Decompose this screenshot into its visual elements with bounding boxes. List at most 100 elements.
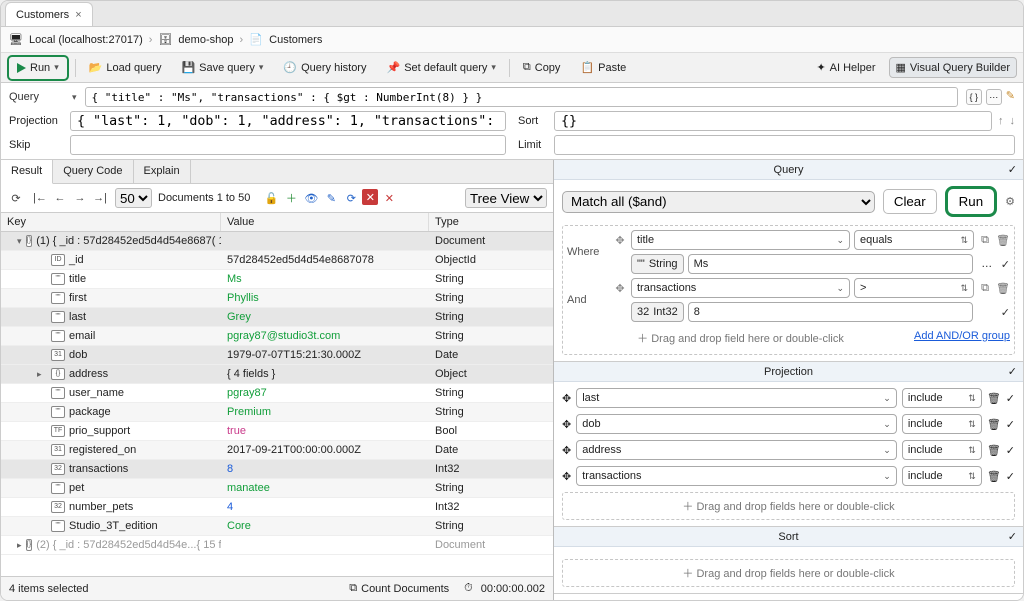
crumb-host[interactable]: Local (localhost:27017) [29,34,143,46]
field-row[interactable]: 32number_pets 4 Int32 [1,498,553,517]
crumb-db[interactable]: demo-shop [178,34,233,46]
value-input[interactable]: 8 [688,302,973,322]
ai-helper-button[interactable]: ✦AI Helper [809,57,882,78]
col-value[interactable]: Value [221,213,429,231]
query-input[interactable] [85,87,958,107]
tab-result[interactable]: Result [1,160,53,184]
crumb-coll[interactable]: Customers [269,34,322,46]
field-row[interactable]: 31registered_on 2017-09-21T00:00:00.000Z… [1,441,553,460]
remove-icon[interactable]: ✕ [380,189,398,207]
update-icon[interactable]: ⟳ [342,189,360,207]
clear-icon[interactable]: ✎ [1006,89,1015,105]
type-select[interactable]: 32Int32 [631,302,684,322]
field-row[interactable]: ""email pgray87@studio3t.com String [1,327,553,346]
field-row[interactable]: ""pet manatee String [1,479,553,498]
check-icon[interactable]: ✓ [1006,444,1015,457]
projection-field-select[interactable]: transactions⌄ [576,466,897,486]
document-row[interactable]: ▾{}(1) { _id : 57d28452ed5d4d54e8687( 15… [1,232,553,251]
view-doc-icon[interactable]: 👁 [302,189,320,207]
copy-button[interactable]: ⧉Copy [516,57,568,78]
edit-doc-icon[interactable]: ✎ [322,189,340,207]
format-icon[interactable]: { } [966,89,982,105]
field-row[interactable]: ""package Premium String [1,403,553,422]
trash-icon[interactable]: 🗑 [996,234,1010,247]
view-mode-select[interactable]: Tree View [465,188,547,208]
vqb-sort-header[interactable]: Sort ✓ [554,527,1023,547]
value-input[interactable]: Ms [688,254,973,274]
field-select[interactable]: title⌄ [631,230,850,250]
count-documents-button[interactable]: ⧉Count Documents [342,578,456,599]
load-query-button[interactable]: 📂Load query [82,57,169,78]
field-row[interactable]: ▸{}address { 4 fields } Object [1,365,553,384]
check-icon[interactable]: ✓ [1006,470,1015,483]
add-doc-icon[interactable]: ＋ [282,189,300,207]
trash-icon[interactable]: 🗑 [996,282,1010,295]
paste-button[interactable]: 📋Paste [573,57,633,78]
query-history-button[interactable]: 🕘Query history [276,57,373,78]
prev-page-icon[interactable]: ← [51,189,69,207]
run-button[interactable]: Run ▾ [10,58,66,78]
projection-field-select[interactable]: last⌄ [576,388,897,408]
trash-icon[interactable]: 🗑 [987,444,1001,457]
include-select[interactable]: include⇅ [902,440,982,460]
set-default-query-button[interactable]: 📌Set default query▾ [379,57,502,78]
move-icon[interactable]: ✥ [562,392,571,405]
vqb-query-header[interactable]: Query ✓ [554,160,1023,180]
first-page-icon[interactable]: |← [31,189,49,207]
add-group-link[interactable]: Add AND/OR group [914,330,1010,342]
move-icon[interactable]: ✥ [613,234,627,247]
check-icon[interactable]: ✓ [1001,306,1010,319]
trash-icon[interactable]: 🗑 [987,392,1001,405]
more-icon[interactable]: … [977,258,997,270]
field-row[interactable]: 31dob 1979-07-07T15:21:30.000Z Date [1,346,553,365]
vqb-run-button[interactable]: Run [949,190,993,213]
check-icon[interactable]: ✓ [1001,258,1010,271]
move-icon[interactable]: ✥ [562,418,571,431]
page-size-select[interactable]: 50 [115,188,152,208]
sort-desc-icon[interactable]: ↓ [1010,115,1016,127]
copy-icon[interactable]: ⧉ [978,282,992,295]
trash-icon[interactable]: 🗑 [987,470,1001,483]
field-select[interactable]: transactions⌄ [631,278,850,298]
document-row[interactable]: ▸{}(2) { _id : 57d28452ed5d4d54e...{ 15 … [1,536,553,555]
check-icon[interactable]: ✓ [1006,392,1015,405]
result-grid[interactable]: Key Value Type ▾{}(1) { _id : 57d28452ed… [1,213,553,576]
move-icon[interactable]: ✥ [562,470,571,483]
col-type[interactable]: Type [429,213,553,231]
clear-button[interactable]: Clear [883,189,937,214]
projection-input[interactable] [70,111,506,131]
match-mode-select[interactable]: Match all ($and) [562,191,875,213]
field-row[interactable]: ""user_name pgray87 String [1,384,553,403]
field-row[interactable]: ""last Grey String [1,308,553,327]
limit-input[interactable] [554,135,1015,155]
tab-customers[interactable]: Customers × [5,2,93,26]
col-key[interactable]: Key [1,213,221,231]
field-row[interactable]: ID_id 57d28452ed5d4d54e8687078 ObjectId [1,251,553,270]
next-page-icon[interactable]: → [71,189,89,207]
projection-dropzone[interactable]: ＋ Drag and drop fields here or double-cl… [562,492,1015,520]
close-icon[interactable]: × [75,9,81,21]
chevron-down-icon[interactable]: ▾ [72,92,77,103]
field-row[interactable]: TFprio_support true Bool [1,422,553,441]
refresh-icon[interactable]: ⟳ [7,189,25,207]
move-icon[interactable]: ✥ [613,282,627,295]
field-row[interactable]: ""title Ms String [1,270,553,289]
include-select[interactable]: include⇅ [902,466,982,486]
tab-explain[interactable]: Explain [134,160,191,183]
field-row[interactable]: ""Studio_3T_edition Core String [1,517,553,536]
copy-icon[interactable]: ⧉ [978,234,992,247]
vqb-projection-header[interactable]: Projection ✓ [554,362,1023,382]
last-page-icon[interactable]: →| [91,189,109,207]
trash-icon[interactable]: 🗑 [987,418,1001,431]
type-select[interactable]: ""String [631,254,684,274]
sort-input[interactable] [554,111,992,131]
visual-query-builder-button[interactable]: ▦Visual Query Builder [889,57,1017,78]
unlock-icon[interactable]: 🔓 [262,189,280,207]
projection-field-select[interactable]: dob⌄ [576,414,897,434]
tab-query-code[interactable]: Query Code [53,160,133,183]
skip-input[interactable] [70,135,506,155]
save-query-button[interactable]: 💾Save query▾ [174,57,270,78]
sort-asc-icon[interactable]: ↑ [998,115,1004,127]
include-select[interactable]: include⇅ [902,388,982,408]
check-icon[interactable]: ✓ [1006,418,1015,431]
